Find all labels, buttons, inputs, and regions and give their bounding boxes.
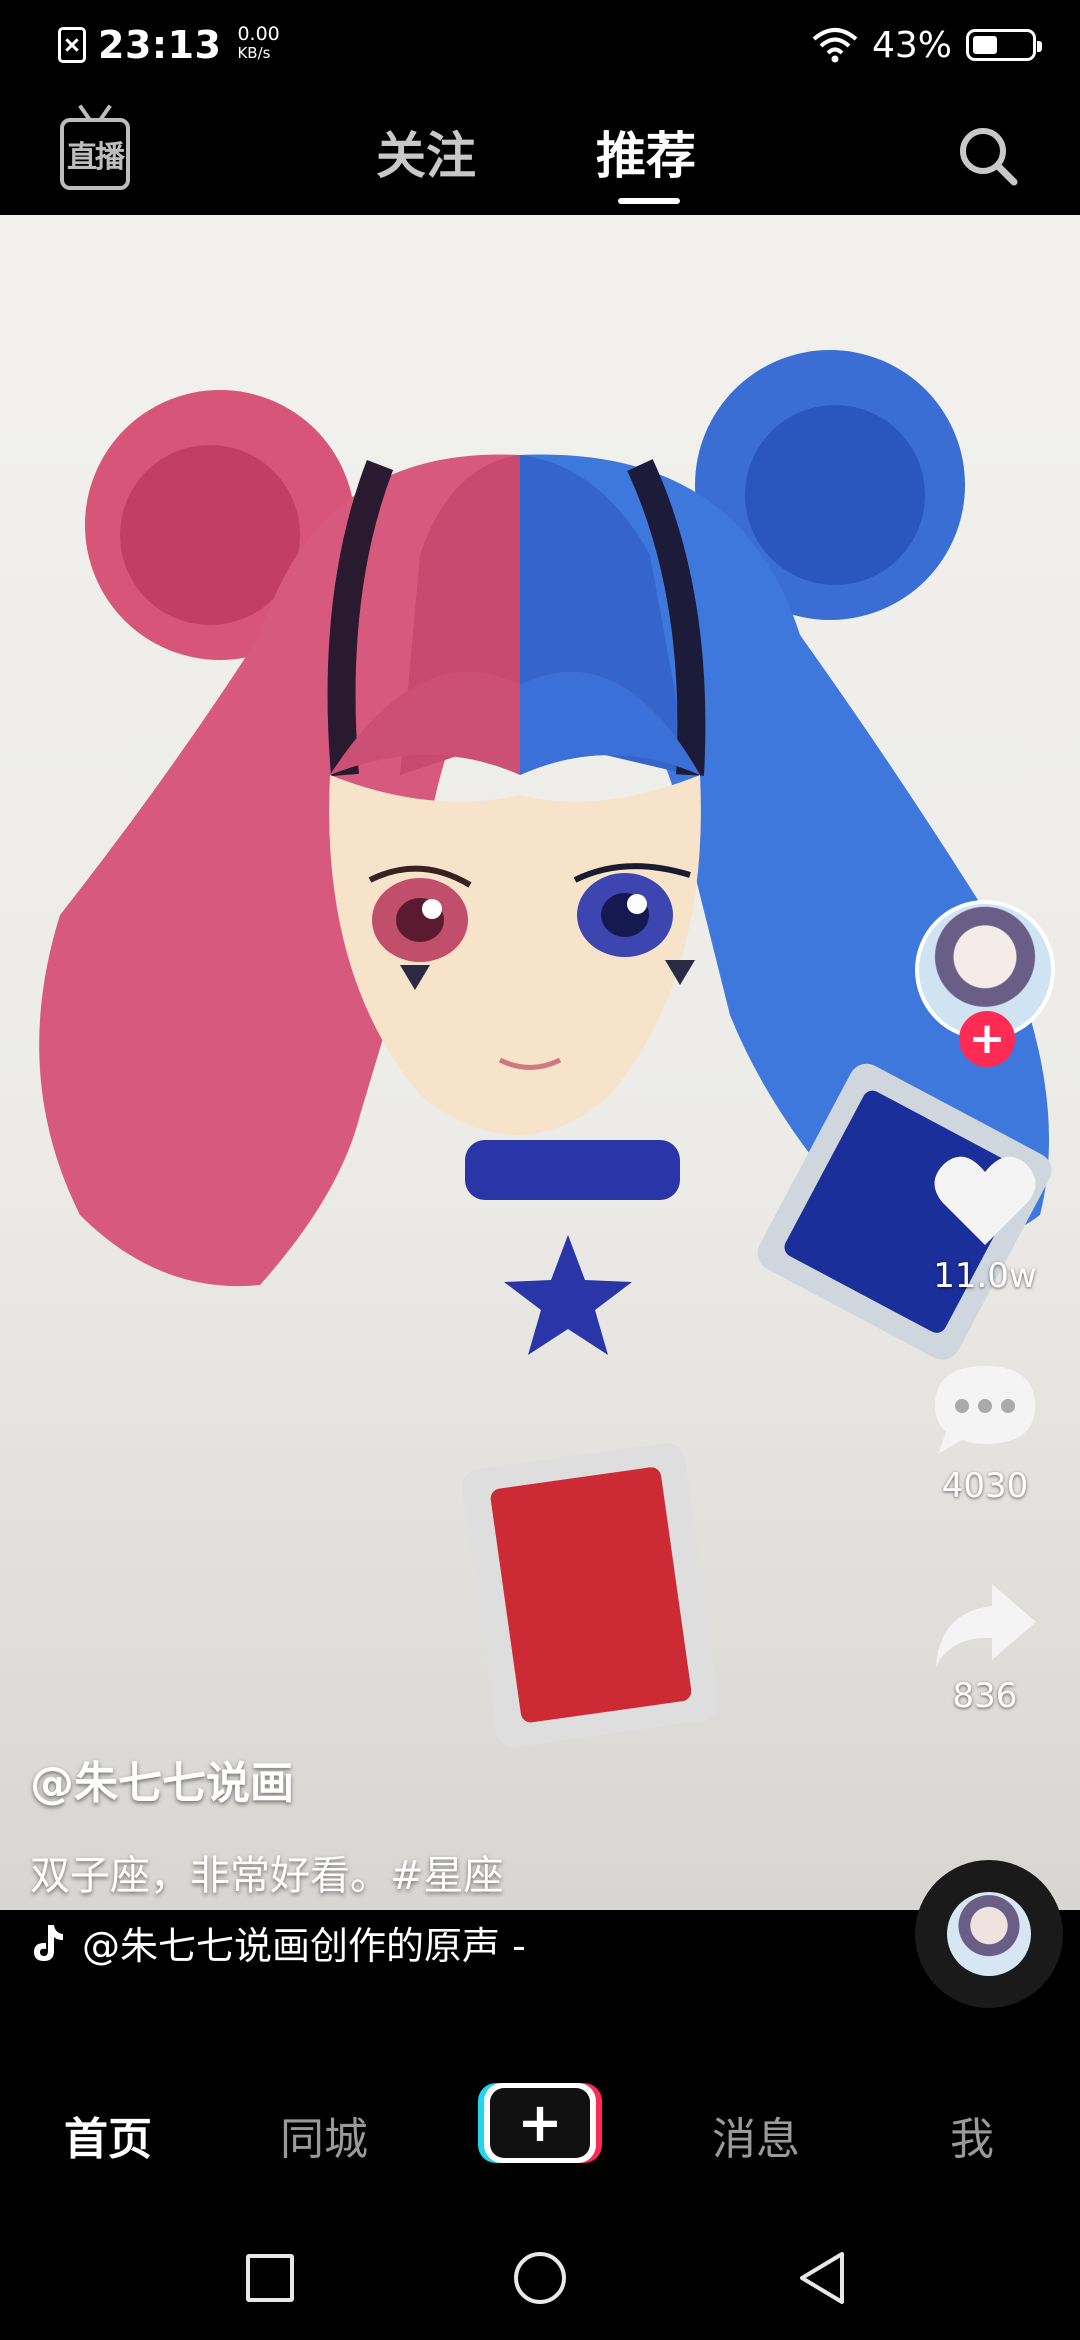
- battery-percent: 43%: [871, 24, 952, 66]
- nav-home[interactable]: 首页: [64, 2103, 152, 2167]
- network-speed-unit: KB/s: [237, 44, 271, 62]
- tab-follow[interactable]: 关注: [376, 116, 476, 188]
- music-disc[interactable]: [915, 1860, 1063, 2008]
- share-icon[interactable]: [930, 1580, 1040, 1670]
- heart-icon[interactable]: [930, 1150, 1040, 1250]
- network-speed: 0.00 KB/s: [237, 25, 279, 63]
- like-action[interactable]: 11.0w: [925, 1150, 1045, 1296]
- follow-button[interactable]: +: [959, 1011, 1015, 1067]
- no-sim-icon: [58, 27, 86, 63]
- home-icon[interactable]: [514, 2252, 566, 2304]
- video-caption: @朱七七说画 双子座，非常好看。#星座: [30, 1747, 504, 1901]
- clock: 23:13: [98, 23, 222, 67]
- status-left: 23:13 0.00 KB/s: [58, 23, 280, 67]
- red-paint-pan: [461, 1442, 720, 1747]
- plus-icon: +: [517, 2091, 563, 2154]
- tiktok-note-icon: [34, 1924, 63, 1961]
- nav-messages[interactable]: 消息: [712, 2103, 800, 2167]
- system-nav-bar: [0, 2220, 1080, 2340]
- tv-antenna-icon: [81, 106, 109, 122]
- wifi-icon: [812, 28, 858, 63]
- author-name[interactable]: @朱七七说画: [30, 1747, 504, 1811]
- tab-recommend[interactable]: 推荐: [596, 116, 696, 188]
- back-icon[interactable]: [796, 2250, 848, 2306]
- bottom-nav: 首页 同城 + 消息 我: [0, 2075, 1080, 2180]
- music-disc-cover: [947, 1892, 1031, 1976]
- comment-icon[interactable]: [930, 1360, 1040, 1460]
- battery-fill: [973, 36, 998, 54]
- recents-icon[interactable]: [246, 2254, 294, 2302]
- music-row[interactable]: @朱七七说画创作的原声 -: [30, 1915, 526, 1970]
- face: [329, 671, 701, 1135]
- comment-action[interactable]: 4030: [925, 1360, 1045, 1506]
- video-frame-illustration: [39, 350, 1052, 1747]
- video-description[interactable]: 双子座，非常好看。#星座: [30, 1843, 504, 1901]
- comment-count: 4030: [941, 1466, 1029, 1506]
- share-action[interactable]: 836: [925, 1580, 1045, 1716]
- video-player[interactable]: @朱七七说画 双子座，非常好看。#星座: [0, 215, 1080, 1910]
- status-right: 43%: [812, 24, 1042, 66]
- network-speed-value: 0.00: [237, 23, 280, 45]
- nav-me[interactable]: 我: [950, 2103, 994, 2167]
- choker: [465, 1140, 680, 1355]
- live-button[interactable]: 直播: [60, 118, 130, 190]
- battery-icon: [966, 29, 1042, 61]
- share-count: 836: [952, 1676, 1018, 1716]
- nav-nearby[interactable]: 同城: [280, 2103, 368, 2167]
- search-icon[interactable]: [956, 124, 1020, 188]
- live-label: 直播: [67, 140, 125, 175]
- status-bar: 23:13 0.00 KB/s 43%: [0, 0, 1080, 90]
- like-count: 11.0w: [933, 1256, 1037, 1296]
- create-button[interactable]: +: [478, 2083, 602, 2163]
- top-nav: 直播 关注 推荐: [0, 90, 1080, 215]
- active-tab-indicator: [618, 198, 680, 204]
- blue-hair: [520, 350, 1049, 1245]
- music-title[interactable]: @朱七七说画创作的原声 -: [82, 1915, 526, 1970]
